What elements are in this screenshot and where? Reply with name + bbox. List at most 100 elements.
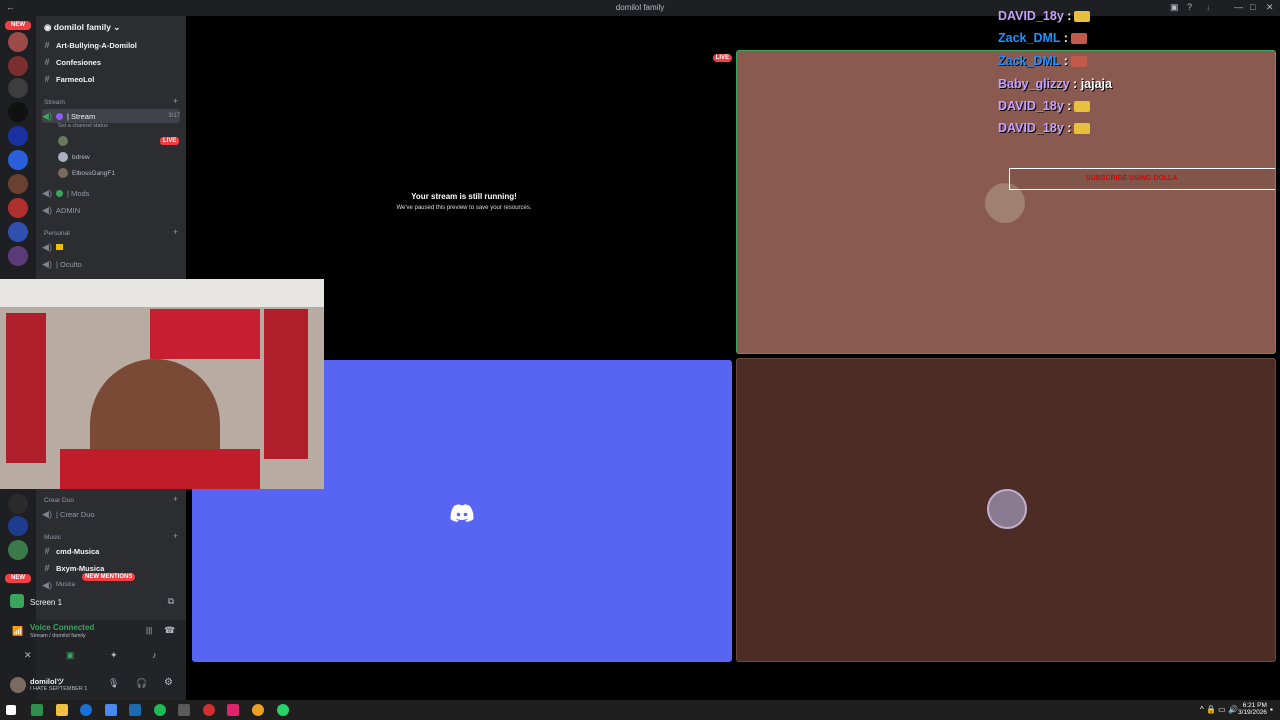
taskbar-app-icon[interactable] [31, 704, 43, 716]
add-channel-icon[interactable]: + [173, 96, 178, 106]
speaker-icon: ◀) [42, 579, 52, 590]
emote-icon [1070, 56, 1087, 68]
chat-message: Zack_DML : [998, 31, 1087, 45]
hash-icon: # [44, 74, 50, 84]
new-badge: NEW [5, 574, 31, 583]
emote-icon [1070, 33, 1087, 45]
hash-icon: # [44, 57, 50, 67]
channel-status[interactable]: Set a channel status [58, 123, 108, 129]
minimize-icon[interactable]: — [1234, 2, 1243, 12]
add-channel-icon[interactable]: + [173, 494, 178, 504]
maximize-icon[interactable]: □ [1250, 2, 1255, 12]
spotify-icon[interactable] [154, 704, 166, 716]
voice-channel-mods[interactable]: ◀) | Mods [42, 186, 180, 200]
settings-icon[interactable]: ⚙ [164, 677, 173, 688]
speaker-icon: ◀) [42, 187, 52, 198]
add-channel-icon[interactable]: + [173, 227, 178, 237]
notifications-icon[interactable]: ▪ [1270, 705, 1273, 714]
store-icon[interactable] [105, 704, 117, 716]
participant-tile[interactable]: SUBSCRIBE USING DOLLA [736, 50, 1276, 354]
text-channel[interactable]: # Art-Bullying-A-Domilol [42, 38, 180, 52]
voice-user[interactable]: bdrew [58, 152, 90, 162]
help-icon[interactable]: ? [1187, 2, 1192, 12]
category-stream[interactable]: Stream [44, 99, 65, 106]
avatar [58, 168, 68, 178]
voice-channel-admin[interactable]: ◀) ADMIN [42, 203, 180, 217]
windows-start-icon[interactable] [6, 705, 16, 715]
hash-icon: # [44, 546, 50, 556]
server-icon[interactable] [8, 246, 28, 266]
taskbar-app-icon[interactable] [203, 704, 215, 716]
paused-subtitle: We've paused this preview to save your r… [396, 205, 532, 211]
server-name[interactable]: ◉ domilol family ⌄ [44, 22, 120, 33]
status-dot-icon [56, 189, 63, 197]
voice-user[interactable]: ElbossGangF1 [58, 168, 115, 178]
server-icon[interactable] [8, 540, 28, 560]
edge-icon[interactable] [80, 704, 92, 716]
camera-off-icon[interactable]: ✕ [24, 650, 32, 661]
status-dot-icon [56, 112, 63, 120]
share-screen-icon[interactable]: ▣ [66, 650, 75, 661]
server-icon[interactable] [8, 102, 28, 122]
category-personal[interactable]: Personal [44, 230, 70, 237]
chat-message: Zack_DML : [998, 54, 1087, 68]
server-icon[interactable] [8, 222, 28, 242]
server-icon[interactable] [8, 516, 28, 536]
disconnect-icon[interactable]: ☎ [164, 625, 175, 636]
category-crear-duo[interactable]: Crear Duo [44, 497, 74, 504]
tiktok-icon[interactable] [227, 704, 239, 716]
avatar[interactable] [10, 677, 26, 693]
download-icon[interactable]: ↓ [1206, 2, 1211, 12]
taskbar-app-icon[interactable] [178, 704, 190, 716]
emote-icon [1074, 101, 1091, 113]
speaker-icon: ◀) [42, 241, 52, 252]
text-channel[interactable]: # cmd-Musica [42, 544, 180, 558]
voice-user[interactable] [58, 136, 72, 146]
add-channel-icon[interactable]: + [173, 531, 178, 541]
headphones-icon[interactable]: 🎧 [136, 678, 147, 689]
noise-suppression-icon[interactable]: ||| [146, 626, 152, 635]
new-badge: NEW [5, 21, 31, 30]
category-music[interactable]: Music [44, 534, 61, 541]
file-explorer-icon[interactable] [56, 704, 68, 716]
text-channel[interactable]: # FarmeoLol [42, 72, 180, 86]
speaker-icon: ◀) [42, 110, 52, 121]
server-icon[interactable] [8, 32, 28, 52]
chrome-icon[interactable] [252, 704, 264, 716]
voice-channel-stream[interactable]: ◀) | Stream 3/17 [42, 109, 180, 123]
whatsapp-icon[interactable] [277, 704, 289, 716]
soundboard-icon[interactable]: ♪ [152, 650, 157, 660]
clock[interactable]: 6:21 PM 3/19/2026 [1238, 702, 1267, 716]
popout-icon[interactable]: ⧉ [168, 596, 174, 607]
steam-icon[interactable] [129, 704, 141, 716]
emote-icon [1074, 123, 1091, 135]
emote-icon [1074, 11, 1091, 23]
screen-share-bar[interactable]: Screen 1 ⧉ [10, 590, 186, 614]
activities-icon[interactable]: ✦ [110, 650, 118, 661]
server-icon[interactable] [8, 494, 28, 514]
server-icon[interactable] [8, 56, 28, 76]
inbox-icon[interactable]: ▣ [1170, 2, 1179, 13]
system-tray-icons[interactable]: ^ 🔒 ▭ 🔊 [1200, 705, 1238, 714]
server-icon[interactable] [8, 150, 28, 170]
mic-icon[interactable]: 🎙 [108, 678, 119, 689]
chat-message: DAVID_18y : [998, 9, 1091, 23]
participant-tile[interactable] [736, 358, 1276, 662]
voice-channel[interactable]: ◀) [42, 240, 180, 254]
chat-message: Baby_glizzy : jajaja [998, 77, 1112, 91]
voice-channel-crear-duo[interactable]: ◀) | Crear Duo [42, 507, 180, 521]
server-icon[interactable] [8, 174, 28, 194]
new-mentions-badge[interactable]: NEW MENTIONS [82, 573, 136, 581]
voice-channel-oculto[interactable]: ◀) | Oculto [42, 257, 180, 271]
server-icon[interactable] [8, 126, 28, 146]
server-icon[interactable] [8, 78, 28, 98]
signal-icon[interactable]: 📶 [12, 626, 23, 637]
chat-message: DAVID_18y : [998, 99, 1091, 113]
close-icon[interactable]: ✕ [1266, 2, 1274, 13]
voice-panel: 📶 Voice Connected Stream / domilol famil… [12, 620, 186, 672]
live-badge: LIVE [160, 137, 180, 145]
server-icon[interactable] [8, 198, 28, 218]
curtain [264, 309, 308, 459]
voice-location[interactable]: Stream / domilol family [30, 633, 86, 639]
text-channel[interactable]: # Confesiones [42, 55, 180, 69]
